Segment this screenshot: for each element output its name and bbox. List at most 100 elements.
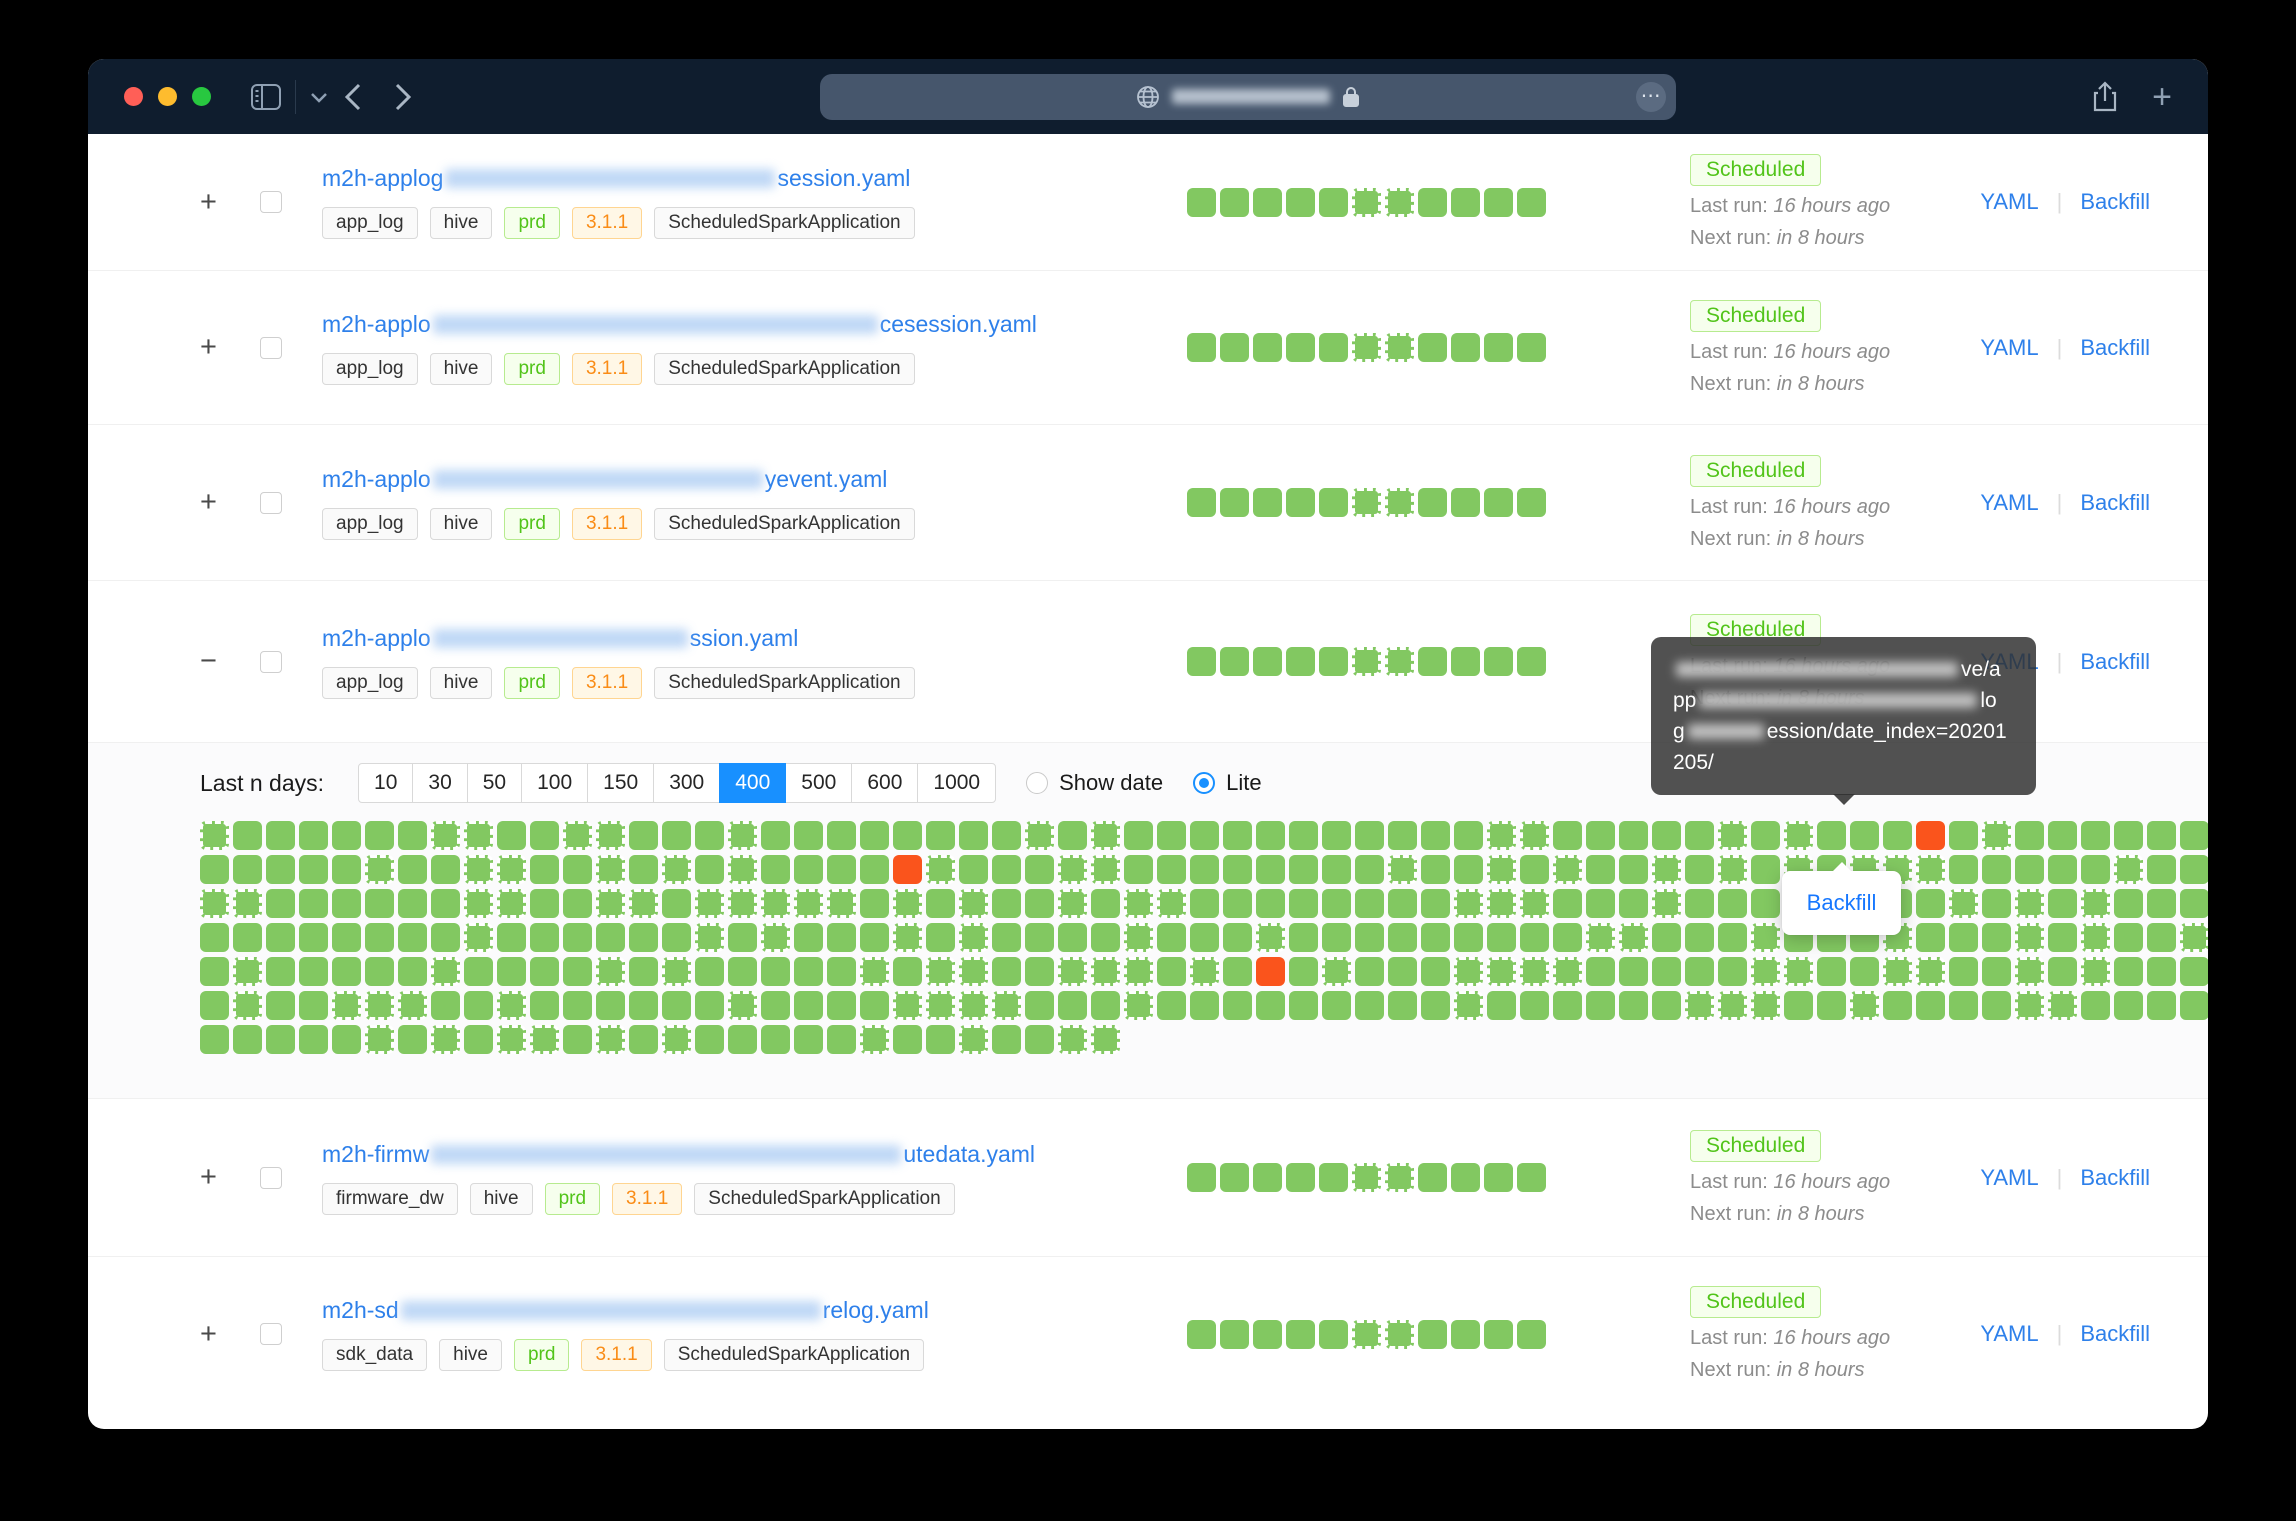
calendar-cell[interactable] [1256, 991, 1285, 1020]
new-tab-button[interactable]: + [2152, 82, 2172, 112]
calendar-cell[interactable] [2015, 957, 2044, 986]
status-cell[interactable] [1385, 1163, 1414, 1192]
calendar-cell[interactable] [959, 923, 988, 952]
calendar-cell[interactable] [497, 855, 526, 884]
calendar-cell[interactable] [299, 889, 328, 918]
row-expander-button[interactable]: + [200, 188, 234, 217]
calendar-cell[interactable] [1025, 821, 1054, 850]
calendar-cell[interactable] [1487, 957, 1516, 986]
status-cell[interactable] [1385, 1320, 1414, 1349]
calendar-cell[interactable] [1190, 957, 1219, 986]
calendar-cell[interactable] [1091, 855, 1120, 884]
calendar-cell[interactable] [266, 889, 295, 918]
status-cell[interactable] [1484, 333, 1513, 362]
calendar-cell[interactable] [332, 889, 361, 918]
calendar-cell[interactable] [1520, 923, 1549, 952]
calendar-cell[interactable] [2114, 855, 2143, 884]
calendar-cell[interactable] [2015, 855, 2044, 884]
status-cell[interactable] [1418, 188, 1447, 217]
calendar-cell[interactable] [332, 991, 361, 1020]
calendar-cell[interactable] [2048, 991, 2077, 1020]
calendar-cell[interactable] [1949, 923, 1978, 952]
calendar-cell[interactable] [1388, 991, 1417, 1020]
status-cell[interactable] [1418, 647, 1447, 676]
calendar-cell[interactable] [2114, 889, 2143, 918]
calendar-cell[interactable] [365, 991, 394, 1020]
status-cell[interactable] [1220, 1163, 1249, 1192]
calendar-cell[interactable] [1487, 855, 1516, 884]
calendar-cell[interactable] [1784, 821, 1813, 850]
status-cell[interactable] [1517, 1163, 1546, 1192]
calendar-cell[interactable] [1487, 821, 1516, 850]
row-expander-button[interactable]: − [200, 647, 234, 676]
status-cell[interactable] [1352, 647, 1381, 676]
calendar-cell[interactable] [1982, 821, 2011, 850]
calendar-cell[interactable] [695, 821, 724, 850]
share-icon[interactable] [2092, 81, 2118, 113]
calendar-cell[interactable] [1256, 889, 1285, 918]
calendar-cell[interactable] [1091, 1025, 1120, 1054]
calendar-cell[interactable] [1091, 957, 1120, 986]
status-cell[interactable] [1187, 647, 1216, 676]
calendar-cell[interactable] [1124, 991, 1153, 1020]
calendar-cell[interactable] [398, 821, 427, 850]
status-cell[interactable] [1253, 333, 1282, 362]
calendar-cell[interactable] [2081, 957, 2110, 986]
calendar-cell[interactable] [497, 889, 526, 918]
calendar-cell[interactable] [1817, 991, 1846, 1020]
days-option-button[interactable]: 100 [521, 763, 588, 803]
backfill-link[interactable]: Backfill [2080, 335, 2150, 361]
status-cell[interactable] [1286, 1163, 1315, 1192]
calendar-cell[interactable] [959, 957, 988, 986]
status-cell[interactable] [1319, 647, 1348, 676]
status-cell[interactable] [1319, 1163, 1348, 1192]
calendar-cell[interactable] [1355, 855, 1384, 884]
radio-circle[interactable] [1026, 772, 1048, 794]
calendar-cell[interactable] [1058, 991, 1087, 1020]
row-expander-button[interactable]: + [200, 488, 234, 517]
calendar-cell[interactable] [2114, 991, 2143, 1020]
status-cell[interactable] [1220, 1320, 1249, 1349]
calendar-cell[interactable] [728, 923, 757, 952]
calendar-cell[interactable] [1454, 821, 1483, 850]
calendar-cell[interactable] [1058, 889, 1087, 918]
calendar-cell[interactable] [1553, 991, 1582, 1020]
calendar-cell[interactable] [827, 957, 856, 986]
calendar-cell[interactable] [233, 855, 262, 884]
status-cell[interactable] [1319, 488, 1348, 517]
calendar-cell[interactable] [299, 991, 328, 1020]
calendar-cell[interactable] [926, 821, 955, 850]
calendar-cell[interactable] [761, 957, 790, 986]
calendar-cell[interactable] [728, 991, 757, 1020]
calendar-cell[interactable] [1685, 821, 1714, 850]
status-cell[interactable] [1517, 333, 1546, 362]
calendar-cell[interactable] [200, 889, 229, 918]
calendar-cell[interactable] [1124, 855, 1153, 884]
calendar-cell[interactable] [794, 923, 823, 952]
calendar-cell[interactable] [1223, 889, 1252, 918]
calendar-cell[interactable] [695, 1025, 724, 1054]
calendar-cell[interactable] [1421, 991, 1450, 1020]
calendar-cell[interactable] [1190, 821, 1219, 850]
calendar-cell[interactable] [1487, 923, 1516, 952]
calendar-cell[interactable] [563, 957, 592, 986]
calendar-cell[interactable] [728, 889, 757, 918]
calendar-cell[interactable] [1685, 923, 1714, 952]
calendar-cell[interactable] [530, 821, 559, 850]
calendar-cell[interactable] [1586, 821, 1615, 850]
calendar-cell[interactable] [1520, 821, 1549, 850]
calendar-cell[interactable] [926, 957, 955, 986]
calendar-cell[interactable] [1916, 957, 1945, 986]
status-cell[interactable] [1451, 1163, 1480, 1192]
calendar-cell[interactable] [2081, 855, 2110, 884]
calendar-cell[interactable] [1454, 957, 1483, 986]
calendar-cell[interactable] [1520, 855, 1549, 884]
calendar-cell[interactable] [1157, 957, 1186, 986]
calendar-cell[interactable] [200, 957, 229, 986]
calendar-cell[interactable] [1652, 855, 1681, 884]
calendar-cell[interactable] [1982, 991, 2011, 1020]
status-cell[interactable] [1352, 1320, 1381, 1349]
calendar-cell[interactable] [233, 1025, 262, 1054]
calendar-cell[interactable] [1751, 957, 1780, 986]
calendar-cell[interactable] [992, 889, 1021, 918]
